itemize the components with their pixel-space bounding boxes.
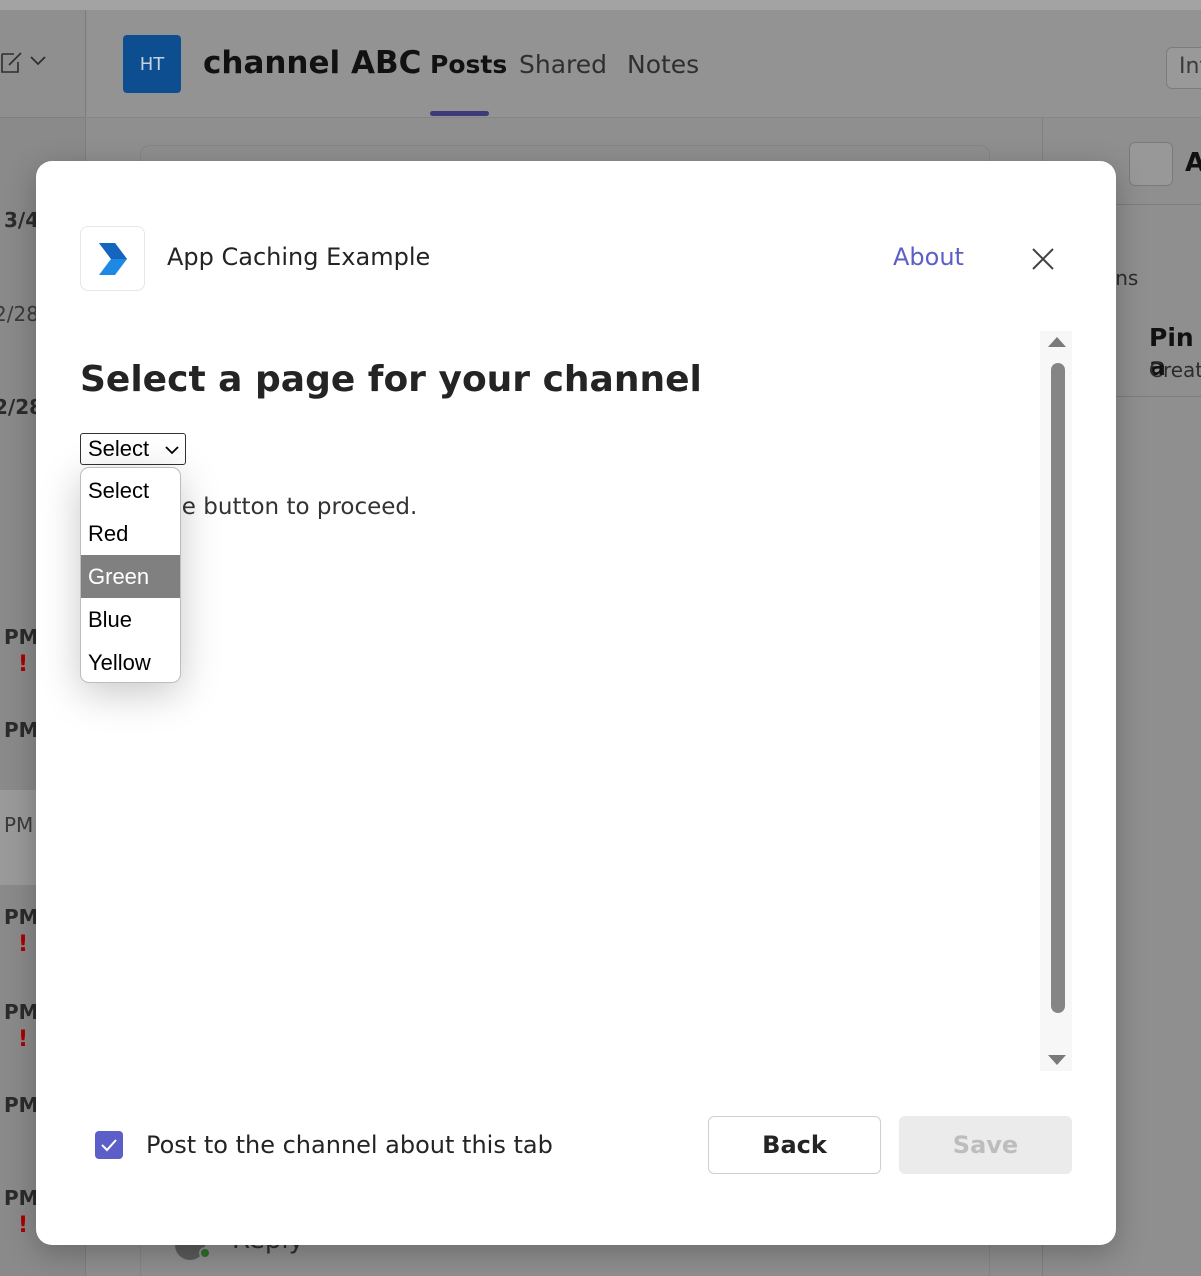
scrollbar[interactable]: [1040, 331, 1072, 1071]
chat-time: PM: [4, 625, 39, 649]
page-title: Select a page for your channel: [80, 359, 702, 400]
post-to-channel-checkbox[interactable]: [95, 1131, 123, 1159]
app-logo-icon: [98, 242, 127, 275]
compose-icon[interactable]: [0, 50, 24, 74]
app-logo: [80, 226, 145, 291]
presence-available-icon: [199, 1247, 211, 1259]
chat-time: PM: [4, 718, 39, 742]
page-select[interactable]: Select: [80, 433, 186, 465]
select-dropdown: Select Red Green Blue Yellow: [80, 467, 181, 683]
channel-title: channel ABC: [203, 45, 422, 81]
right-pane-pin-subtitle: Create: [1149, 358, 1201, 382]
option-blue[interactable]: Blue: [81, 598, 180, 641]
header-button[interactable]: Int: [1166, 47, 1201, 89]
select-value: Select: [88, 436, 150, 461]
close-icon[interactable]: [1028, 244, 1058, 274]
right-pane-title: A: [1185, 148, 1201, 178]
active-tab-indicator: [430, 111, 489, 116]
important-icon: !: [18, 932, 29, 957]
option-yellow[interactable]: Yellow: [81, 641, 180, 682]
important-icon: !: [18, 1027, 29, 1052]
team-avatar: HT: [123, 35, 181, 93]
chat-time: PM: [4, 1000, 39, 1024]
tab-config-dialog: App Caching Example About Select a page …: [36, 161, 1116, 1245]
channel-header: HT channel ABC Posts Shared Notes Int: [87, 10, 1201, 118]
chat-time: PM: [4, 813, 34, 837]
scroll-up-icon[interactable]: [1048, 337, 1066, 347]
chat-time: 3/4: [4, 208, 40, 232]
back-button[interactable]: Back: [708, 1116, 881, 1174]
chat-time: PM: [4, 1093, 39, 1117]
tab-notes[interactable]: Notes: [627, 50, 699, 79]
chevron-down-icon: [165, 446, 179, 455]
chat-list-header: [0, 10, 85, 118]
tab-posts[interactable]: Posts: [430, 50, 507, 79]
checkmark-icon: [101, 1139, 117, 1152]
important-icon: !: [18, 652, 29, 677]
chat-time: PM: [4, 905, 39, 929]
chevron-down-icon[interactable]: [30, 56, 46, 66]
chat-time: PM: [4, 1186, 39, 1210]
option-green[interactable]: Green: [81, 555, 180, 598]
save-button[interactable]: Save: [899, 1116, 1072, 1174]
about-link[interactable]: About: [893, 243, 964, 271]
option-select[interactable]: Select: [81, 469, 180, 512]
option-red[interactable]: Red: [81, 512, 180, 555]
scroll-down-icon[interactable]: [1048, 1055, 1066, 1065]
app-logo-icon: [1129, 142, 1173, 186]
window-top-strip: [0, 0, 1201, 10]
important-icon: !: [18, 1213, 29, 1238]
dialog-content: Select a page for your channel Click sav…: [80, 331, 1040, 1071]
tab-shared[interactable]: Shared: [519, 50, 607, 79]
checkbox-label: Post to the channel about this tab: [146, 1131, 553, 1159]
app-name: App Caching Example: [167, 243, 431, 271]
chat-time: 2/28: [0, 302, 39, 326]
scrollbar-thumb[interactable]: [1051, 363, 1065, 1013]
divider: [1113, 396, 1201, 397]
